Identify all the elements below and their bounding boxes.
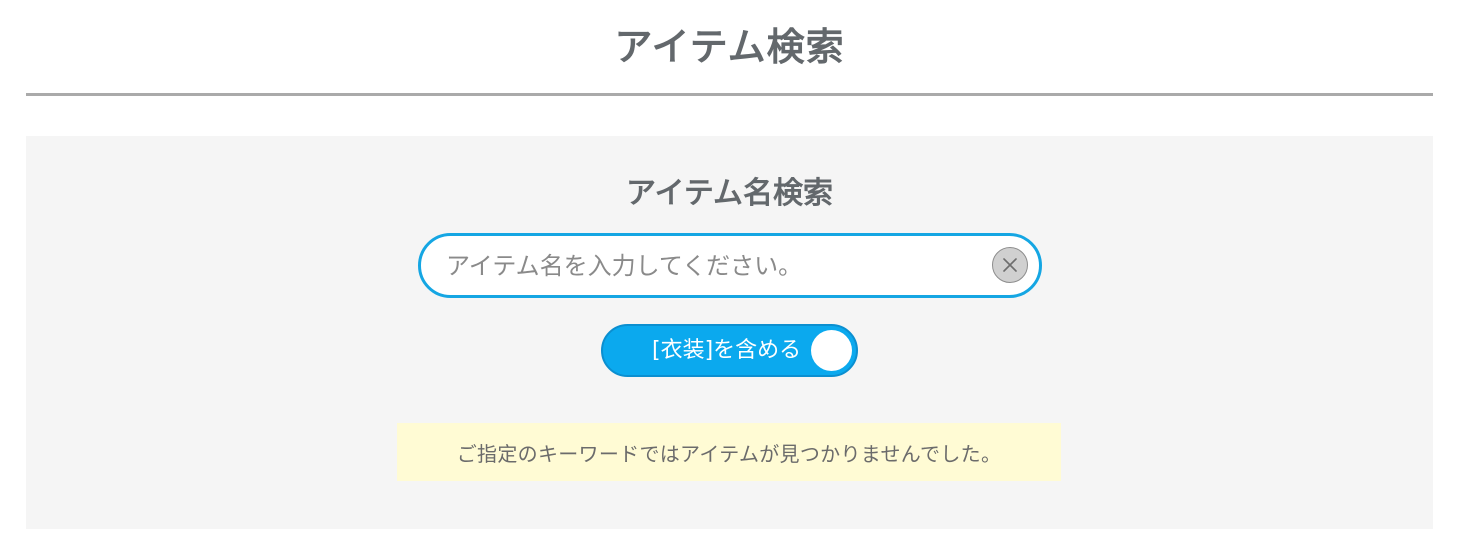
include-costume-toggle[interactable]: [衣装]を含める — [601, 324, 858, 377]
toggle-knob — [811, 330, 852, 371]
clear-search-button[interactable] — [992, 247, 1028, 283]
item-search-panel: アイテム名検索 [衣装]を含める ご指定のキーワードではアイテムが見つかりません… — [26, 136, 1433, 529]
section-title: アイテム名検索 — [626, 176, 833, 211]
item-name-search-box — [418, 233, 1042, 298]
no-results-message: ご指定のキーワードではアイテムが見つかりませんでした。 — [397, 423, 1061, 481]
include-costume-toggle-label: [衣装]を含める — [652, 338, 802, 363]
page-title: アイテム検索 — [614, 25, 845, 69]
item-name-search-input[interactable] — [446, 236, 976, 295]
close-icon — [1001, 256, 1019, 274]
page-header: アイテム検索 — [26, 0, 1433, 96]
no-results-message-text: ご指定のキーワードではアイテムが見つかりませんでした。 — [456, 441, 1002, 466]
